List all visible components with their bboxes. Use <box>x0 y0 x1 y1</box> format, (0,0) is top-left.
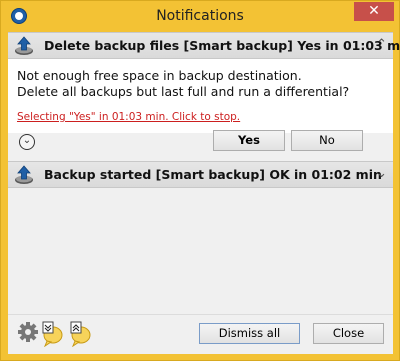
footer-divider <box>8 314 393 315</box>
chevron-down-icon[interactable]: ⌄ <box>376 166 387 181</box>
upload-arrow-icon <box>15 165 33 184</box>
no-button[interactable]: No <box>291 130 363 151</box>
notification-header[interactable]: Delete backup files [Smart backup] Yes i… <box>8 32 400 59</box>
empty-list-area <box>8 190 393 314</box>
notification-panel: Delete backup files [Smart backup] Yes i… <box>8 32 400 354</box>
chevron-up-icon[interactable]: ⌃ <box>376 37 387 52</box>
message-line: Delete all backups but last full and run… <box>17 84 350 99</box>
dismiss-all-button[interactable]: Dismiss all <box>199 323 300 344</box>
window-title: Notifications <box>156 8 244 24</box>
window-close-button[interactable]: ✕ <box>354 2 394 21</box>
expand-all-icon[interactable] <box>69 321 91 347</box>
notification-title: Backup started [Smart backup] OK in 01:0… <box>44 167 382 182</box>
notifications-window: Notifications ✕ Delete backup files [Sma… <box>0 0 400 361</box>
notification-header[interactable]: Backup started [Smart backup] OK in 01:0… <box>8 161 393 188</box>
countdown-stop-link[interactable]: Selecting "Yes" in 01:03 min. Click to s… <box>17 111 240 123</box>
title-bar[interactable]: Notifications ✕ <box>1 1 399 32</box>
notification-title: Delete backup files [Smart backup] Yes i… <box>44 38 400 53</box>
upload-arrow-icon <box>15 36 33 55</box>
collapse-all-icon[interactable] <box>41 321 63 347</box>
message-line: Not enough free space in backup destinat… <box>17 68 302 83</box>
chevron-down-circle-icon[interactable]: ⌄ <box>19 134 35 150</box>
gear-icon[interactable] <box>17 321 39 343</box>
yes-button[interactable]: Yes <box>213 130 285 151</box>
close-button[interactable]: Close <box>313 323 384 344</box>
